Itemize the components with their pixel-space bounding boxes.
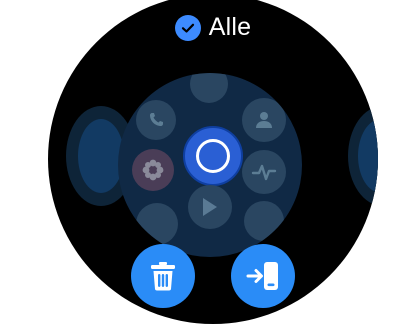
next-screen-peek[interactable] bbox=[348, 106, 378, 206]
person-icon bbox=[242, 98, 286, 142]
watch-face: Alle bbox=[48, 0, 378, 324]
flower-icon bbox=[132, 149, 174, 191]
screen: Alle bbox=[0, 0, 420, 325]
selected-ring-icon bbox=[196, 139, 230, 173]
checkmark-circle-icon[interactable] bbox=[174, 14, 201, 41]
apps-screen-preview[interactable] bbox=[118, 73, 302, 257]
play-icon bbox=[188, 185, 232, 229]
select-all-header[interactable]: Alle bbox=[48, 13, 378, 42]
delete-button[interactable] bbox=[131, 244, 195, 308]
app-icon-bottom-right bbox=[244, 201, 284, 241]
selected-app-icon[interactable] bbox=[183, 126, 243, 186]
app-icon-bottom-left bbox=[136, 203, 178, 245]
app-icon-top bbox=[190, 73, 228, 103]
send-to-phone-button[interactable] bbox=[231, 244, 295, 308]
heart-rate-icon bbox=[242, 150, 286, 194]
send-to-phone-icon bbox=[246, 262, 278, 290]
select-all-label: Alle bbox=[208, 13, 252, 41]
phone-icon bbox=[136, 100, 176, 140]
trash-icon bbox=[151, 262, 175, 291]
